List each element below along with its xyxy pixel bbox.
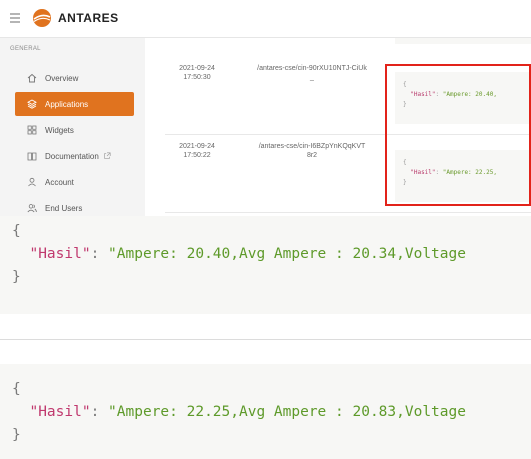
record-path[interactable]: /antares-cse/cin-I6BZpYnKQqKVT8r2 xyxy=(257,142,367,160)
json-key: "Hasil" xyxy=(29,246,91,262)
grid-icon xyxy=(27,125,37,135)
record-time: 17:50:30 xyxy=(183,74,211,81)
sidebar-item-label: End Users xyxy=(45,203,83,213)
record-date: 2021-09-24 xyxy=(179,143,215,150)
menu-icon[interactable] xyxy=(10,13,20,23)
json-value: "Ampere: 22.25,Avg Ampere : 20.83,Voltag… xyxy=(108,404,466,420)
record-path[interactable]: /antares-cse/cin-90rXU10NTJ-CiUk_ xyxy=(257,64,367,82)
record-time: 17:50:22 xyxy=(183,152,211,159)
users-icon xyxy=(27,204,37,213)
json-brace-open: { xyxy=(12,381,21,397)
book-icon xyxy=(27,152,37,161)
zoomed-json-block: { "Hasil": "Ampere: 20.40,Avg Ampere : 2… xyxy=(0,216,531,314)
previous-json-card xyxy=(395,38,531,44)
sidebar-item-overview[interactable]: Overview xyxy=(15,66,134,90)
record-timestamp: 2021-09-24 17:50:30 xyxy=(167,64,227,82)
layers-icon xyxy=(27,99,37,109)
highlight-box xyxy=(385,64,531,206)
zoomed-json-block: { "Hasil": "Ampere: 22.25,Avg Ampere : 2… xyxy=(0,364,531,459)
json-key: "Hasil" xyxy=(29,404,91,420)
sidebar-item-label: Documentation xyxy=(45,151,99,161)
json-brace-open: { xyxy=(12,223,21,239)
json-colon: : xyxy=(90,246,109,262)
home-icon xyxy=(27,73,37,83)
external-link-icon xyxy=(104,152,111,159)
user-icon xyxy=(28,177,36,187)
json-colon: : xyxy=(90,404,109,420)
sidebar-item-label: Applications xyxy=(45,99,89,109)
record-timestamp: 2021-09-24 17:50:22 xyxy=(167,142,227,160)
sidebar-item-widgets[interactable]: Widgets xyxy=(15,118,134,142)
json-brace-close: } xyxy=(12,427,21,443)
sidebar-heading: GENERAL xyxy=(10,46,41,52)
data-table: 2021-09-24 17:50:30 /antares-cse/cin-90r… xyxy=(145,38,531,216)
row-divider xyxy=(165,212,531,213)
sidebar-item-label: Account xyxy=(45,177,74,187)
top-bar: ANTARES xyxy=(0,0,531,38)
antares-logo-icon xyxy=(33,9,51,27)
brand-name: ANTARES xyxy=(58,11,119,25)
sidebar: GENERAL Overview Applications Widgets Do… xyxy=(0,38,145,216)
dashboard-screenshot: ANTARES GENERAL Overview Applications Wi… xyxy=(0,0,531,216)
divider xyxy=(0,339,531,340)
sidebar-item-applications[interactable]: Applications xyxy=(15,92,134,116)
json-value: "Ampere: 20.40,Avg Ampere : 20.34,Voltag… xyxy=(108,246,466,262)
sidebar-item-label: Widgets xyxy=(45,125,74,135)
sidebar-item-documentation[interactable]: Documentation xyxy=(15,144,134,168)
sidebar-item-account[interactable]: Account xyxy=(15,170,134,194)
record-date: 2021-09-24 xyxy=(179,65,215,72)
sidebar-item-label: Overview xyxy=(45,73,79,83)
json-brace-close: } xyxy=(12,269,21,285)
sidebar-item-end-users[interactable]: End Users xyxy=(15,196,134,216)
